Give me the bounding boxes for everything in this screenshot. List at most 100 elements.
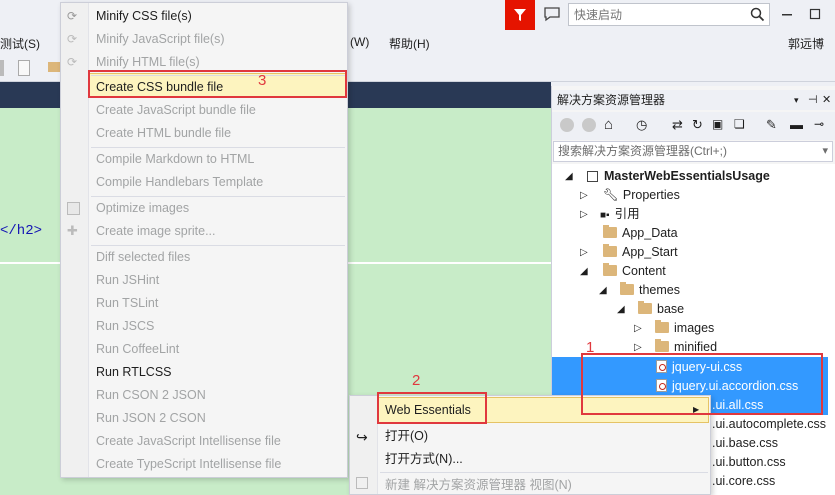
tree-item-images[interactable]: images: [655, 319, 714, 338]
refresh-icon[interactable]: ↻: [692, 117, 703, 133]
menu-item-open-with[interactable]: 打开方式(N)...: [385, 448, 463, 470]
tree-item-themes[interactable]: themes: [620, 281, 680, 300]
folder-open-icon: [603, 263, 617, 276]
collapse-arrow-icon[interactable]: ▷: [634, 343, 644, 353]
close-icon[interactable]: ✕: [822, 90, 831, 110]
folder-icon: [603, 225, 617, 238]
preview-icon[interactable]: ▬: [790, 117, 803, 132]
feedback-flag-button[interactable]: [505, 0, 535, 30]
new-file-icon[interactable]: [18, 60, 30, 76]
tree-item-app-data[interactable]: App_Data: [603, 224, 678, 243]
history-icon[interactable]: ◷: [636, 117, 647, 133]
menu-item-run-jscs[interactable]: Run JSCS: [96, 315, 154, 337]
filter-flag-icon: [514, 9, 526, 21]
tree-item-css-file[interactable]: .ui.button.css: [712, 453, 786, 472]
open-folder-icon[interactable]: [48, 62, 60, 72]
pane-dropdown-icon[interactable]: ▾: [794, 90, 799, 110]
menu-separator: [380, 472, 708, 473]
collapse-arrow-icon[interactable]: ▷: [634, 324, 644, 334]
tree-item-css-file[interactable]: .ui.autocomplete.css: [712, 415, 826, 434]
tree-item-properties[interactable]: 🔧︎ Properties: [603, 186, 680, 205]
code-text: </h2>: [0, 223, 43, 239]
menu-help[interactable]: 帮助(H): [389, 35, 430, 52]
references-icon: ■▪: [600, 210, 610, 221]
collapse-arrow-icon[interactable]: ▷: [580, 210, 590, 220]
tree-item-references[interactable]: ■▪ 引用: [600, 205, 640, 224]
annotation-number-3: 3: [258, 72, 267, 89]
collapse-all-icon[interactable]: ▣: [712, 117, 723, 131]
new-view-icon: [356, 477, 368, 489]
quick-launch-input[interactable]: [569, 4, 745, 25]
menu-item-optimize-images[interactable]: Optimize images: [96, 197, 189, 219]
tree-item-base[interactable]: base: [638, 300, 684, 319]
minimize-icon[interactable]: [777, 4, 797, 24]
menu-item-ts-intellisense[interactable]: Create TypeScript Intellisense file: [96, 453, 281, 475]
minify-icon: ⟳: [67, 55, 78, 69]
properties-wrench-icon[interactable]: ✎: [766, 117, 777, 133]
solution-explorer-title-text: 解决方案资源管理器: [557, 93, 666, 107]
minify-icon: ⟳: [67, 32, 78, 46]
annotation-box-1: [581, 353, 823, 415]
tree-item-app-start[interactable]: App_Start: [603, 243, 678, 262]
expand-arrow-icon[interactable]: ◢: [599, 286, 609, 296]
user-name[interactable]: 郭远博: [788, 35, 824, 52]
menu-item-minify-css[interactable]: Minify CSS file(s): [96, 5, 192, 27]
forward-icon[interactable]: [582, 118, 596, 132]
menu-item-run-tslint[interactable]: Run TSLint: [96, 292, 158, 314]
toolbar-grip: [0, 60, 4, 76]
menu-item-run-jshint[interactable]: Run JSHint: [96, 269, 159, 291]
search-dropdown-icon[interactable]: ▾: [822, 142, 828, 161]
menu-item-json-to-cson[interactable]: Run JSON 2 CSON: [96, 407, 206, 429]
annotation-number-1: 1: [586, 339, 595, 356]
menu-item-compile-markdown[interactable]: Compile Markdown to HTML: [96, 148, 254, 170]
menu-item-run-rtlcss[interactable]: Run RTLCSS: [96, 361, 172, 383]
annotation-number-2: 2: [412, 372, 421, 389]
send-feedback-icon[interactable]: [543, 6, 561, 22]
tree-item-content[interactable]: Content: [603, 262, 666, 281]
menu-item-run-coffeelint[interactable]: Run CoffeeLint: [96, 338, 179, 360]
show-all-files-icon[interactable]: ❏: [734, 117, 745, 131]
sync-icon[interactable]: ⇄: [672, 117, 683, 133]
folder-icon: [603, 244, 617, 257]
expand-arrow-icon[interactable]: ◢: [565, 172, 575, 182]
collapse-arrow-icon[interactable]: ▷: [580, 248, 590, 258]
menu-item-diff-files[interactable]: Diff selected files: [96, 246, 190, 268]
expand-arrow-icon[interactable]: ◢: [617, 305, 627, 315]
menu-item-compile-handlebars[interactable]: Compile Handlebars Template: [96, 171, 263, 193]
solution-search-input[interactable]: 搜索解决方案资源管理器(Ctrl+;) ▾: [553, 141, 833, 162]
menu-item-minify-js[interactable]: Minify JavaScript file(s): [96, 28, 225, 50]
tree-item-css-file[interactable]: .ui.base.css: [712, 434, 778, 453]
menu-item-new-view[interactable]: 新建 解决方案资源管理器 视图(N): [385, 474, 572, 495]
solution-search-placeholder: 搜索解决方案资源管理器(Ctrl+;): [558, 144, 727, 158]
menu-item-open[interactable]: 打开(O): [385, 425, 428, 447]
menu-item-create-html-bundle[interactable]: Create HTML bundle file: [96, 122, 231, 144]
folder-open-icon: [638, 301, 652, 314]
back-icon[interactable]: [560, 118, 574, 132]
folder-icon: [655, 339, 669, 352]
minify-icon: ⟳: [67, 9, 78, 23]
folder-open-icon: [620, 282, 634, 295]
expand-arrow-icon[interactable]: ◢: [580, 267, 590, 277]
wrench-icon: 🔧︎: [603, 188, 619, 202]
restore-icon[interactable]: [805, 4, 825, 24]
tree-item-project[interactable]: MasterWebEssentialsUsage: [587, 167, 770, 186]
solution-explorer-title: 解决方案资源管理器 ▾ ⊣ ✕: [552, 90, 835, 110]
menu-item-create-js-bundle[interactable]: Create JavaScript bundle file: [96, 99, 256, 121]
menu-item-js-intellisense[interactable]: Create JavaScript Intellisense file: [96, 430, 281, 452]
toolbar-dropdown-icon[interactable]: ⊸: [814, 117, 824, 131]
menu-gutter: [61, 3, 89, 477]
project-icon: [587, 171, 598, 182]
menu-item-create-sprite[interactable]: Create image sprite...: [96, 220, 216, 242]
home-icon[interactable]: ⌂: [604, 116, 613, 133]
puzzle-icon: ✚: [67, 223, 78, 238]
pin-icon[interactable]: ⊣: [808, 90, 818, 110]
menu-item-cson-to-json[interactable]: Run CSON 2 JSON: [96, 384, 206, 406]
search-icon: [750, 7, 765, 22]
collapse-arrow-icon[interactable]: ▷: [580, 191, 590, 201]
annotation-box-2: [377, 392, 487, 424]
tree-item-css-file[interactable]: .ui.core.css: [712, 472, 775, 491]
menu-window[interactable]: (W): [350, 35, 369, 49]
menu-test[interactable]: 测试(S): [0, 35, 40, 52]
quick-launch-box[interactable]: [568, 3, 770, 26]
annotation-box-3: [88, 70, 347, 98]
